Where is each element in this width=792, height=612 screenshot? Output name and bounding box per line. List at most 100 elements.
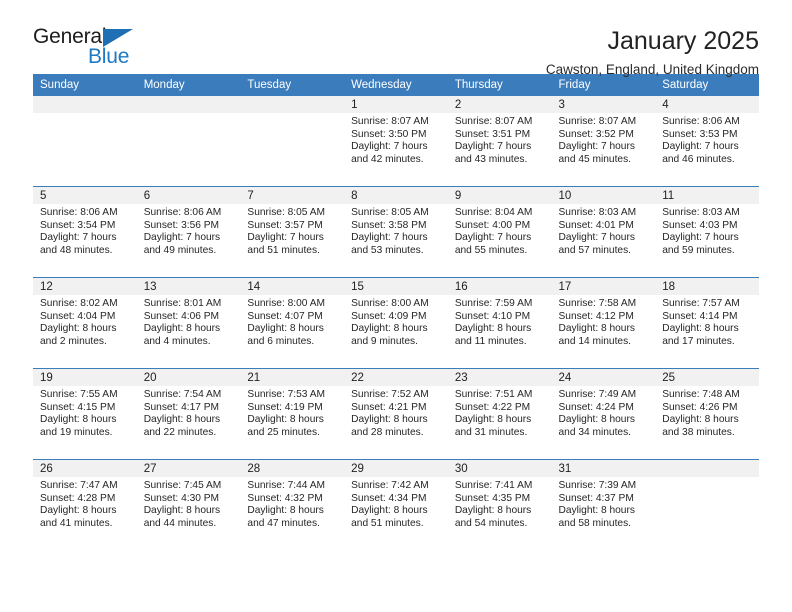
weekday-header-thursday: Thursday [447,74,552,96]
daylight-text-line1: Daylight: 8 hours [558,505,635,517]
daylight-text-line2: and 11 minutes. [454,335,527,347]
day-cell[interactable]: 11 Sunrise: 8:03 AM Sunset: 4:03 PM Dayl… [655,186,759,278]
sunset-text: Sunset: 4:01 PM [558,219,634,231]
day-cell[interactable]: 20 Sunrise: 7:54 AM Sunset: 4:17 PM Dayl… [136,368,241,460]
day-cell[interactable] [33,96,137,187]
daylight-text-line1: Daylight: 8 hours [351,323,428,335]
daylight-text-line2: and 45 minutes. [558,153,632,165]
day-cell[interactable]: 9 Sunrise: 8:04 AM Sunset: 4:00 PM Dayli… [447,186,552,278]
daylight-text-line2: and 51 minutes. [351,517,424,529]
daylight-text-line1: Daylight: 7 hours [351,232,428,244]
day-cell[interactable]: 7 Sunrise: 8:05 AM Sunset: 3:57 PM Dayli… [240,186,345,278]
sunrise-text: Sunrise: 7:49 AM [558,389,637,400]
sunrise-text: Sunrise: 8:07 AM [558,116,637,127]
day-cell[interactable] [136,96,241,187]
day-details: Sunrise: 7:58 AM Sunset: 4:12 PM Dayligh… [552,295,656,348]
day-number: 17 [551,278,656,295]
day-cell[interactable]: 19 Sunrise: 7:55 AM Sunset: 4:15 PM Dayl… [33,368,137,460]
day-cell[interactable] [240,96,345,187]
day-cell[interactable]: 28 Sunrise: 7:44 AM Sunset: 4:32 PM Dayl… [240,459,345,550]
day-number: 30 [447,460,552,477]
day-cell[interactable]: 26 Sunrise: 7:47 AM Sunset: 4:28 PM Dayl… [33,459,137,550]
sunset-text: Sunset: 4:09 PM [351,310,427,322]
daylight-text-line2: and 31 minutes. [454,426,528,438]
day-cell[interactable]: 12 Sunrise: 8:02 AM Sunset: 4:04 PM Dayl… [33,277,137,369]
day-cell[interactable]: 6 Sunrise: 8:06 AM Sunset: 3:56 PM Dayli… [136,186,241,278]
day-cell[interactable]: 21 Sunrise: 7:53 AM Sunset: 4:19 PM Dayl… [240,368,345,460]
sunrise-text: Sunrise: 8:00 AM [247,298,325,309]
sunset-text: Sunset: 4:34 PM [351,492,427,504]
day-cell[interactable] [655,459,759,550]
daylight-text-line2: and 55 minutes. [454,244,528,256]
daylight-text-line2: and 14 minutes. [558,335,632,347]
day-cell[interactable]: 2 Sunrise: 8:07 AM Sunset: 3:51 PM Dayli… [447,96,552,187]
day-cell[interactable]: 3 Sunrise: 8:07 AM Sunset: 3:52 PM Dayli… [551,96,656,187]
daylight-text-line1: Daylight: 8 hours [351,505,428,517]
day-cell[interactable]: 23 Sunrise: 7:51 AM Sunset: 4:22 PM Dayl… [447,368,552,460]
day-number: 23 [447,369,552,386]
sunrise-text: Sunrise: 8:02 AM [40,298,118,309]
day-cell[interactable]: 13 Sunrise: 8:01 AM Sunset: 4:06 PM Dayl… [136,277,241,369]
sunset-text: Sunset: 4:17 PM [143,401,220,413]
day-number: 21 [240,369,345,386]
day-number: 7 [240,187,345,204]
day-details: Sunrise: 8:03 AM Sunset: 4:03 PM Dayligh… [655,204,759,257]
day-cell[interactable]: 31 Sunrise: 7:39 AM Sunset: 4:37 PM Dayl… [551,459,656,550]
day-number: 27 [136,460,241,477]
day-cell[interactable]: 5 Sunrise: 8:06 AM Sunset: 3:54 PM Dayli… [33,186,137,278]
day-cell[interactable]: 24 Sunrise: 7:49 AM Sunset: 4:24 PM Dayl… [551,368,656,460]
day-cell[interactable]: 29 Sunrise: 7:42 AM Sunset: 4:34 PM Dayl… [344,459,448,550]
day-number: 3 [551,96,656,113]
day-cell[interactable]: 4 Sunrise: 8:06 AM Sunset: 3:53 PM Dayli… [655,96,759,187]
day-number: 16 [447,278,552,295]
sunrise-text: Sunrise: 7:41 AM [454,480,533,491]
calendar-page: General Blue January 2025 Cawston, Engla… [0,0,792,612]
weekday-header-monday: Monday [136,74,241,96]
day-cell[interactable]: 16 Sunrise: 7:59 AM Sunset: 4:10 PM Dayl… [447,277,552,369]
day-cell[interactable]: 17 Sunrise: 7:58 AM Sunset: 4:12 PM Dayl… [551,277,656,369]
day-details: Sunrise: 8:06 AM Sunset: 3:56 PM Dayligh… [137,204,241,257]
daylight-text-line1: Daylight: 8 hours [143,323,221,335]
daylight-text-line1: Daylight: 8 hours [143,414,221,426]
daylight-text-line2: and 34 minutes. [558,426,632,438]
day-details: Sunrise: 7:54 AM Sunset: 4:17 PM Dayligh… [137,386,241,439]
day-cell[interactable]: 25 Sunrise: 7:48 AM Sunset: 4:26 PM Dayl… [655,368,759,460]
day-details: Sunrise: 7:42 AM Sunset: 4:34 PM Dayligh… [344,477,448,530]
day-cell[interactable]: 18 Sunrise: 7:57 AM Sunset: 4:14 PM Dayl… [655,277,759,369]
day-cell[interactable]: 15 Sunrise: 8:00 AM Sunset: 4:09 PM Dayl… [344,277,448,369]
day-details: Sunrise: 7:49 AM Sunset: 4:24 PM Dayligh… [552,386,656,439]
day-number: 20 [136,369,241,386]
day-cell[interactable]: 1 Sunrise: 8:07 AM Sunset: 3:50 PM Dayli… [344,96,448,187]
calendar-body: 1 Sunrise: 8:07 AM Sunset: 3:50 PM Dayli… [33,96,759,550]
daylight-text-line2: and 17 minutes. [662,335,735,347]
day-cell[interactable]: 22 Sunrise: 7:52 AM Sunset: 4:21 PM Dayl… [344,368,448,460]
sunrise-text: Sunrise: 7:39 AM [558,480,637,491]
day-cell[interactable]: 30 Sunrise: 7:41 AM Sunset: 4:35 PM Dayl… [447,459,552,550]
day-details [137,113,241,116]
day-number: 14 [240,278,345,295]
day-cell[interactable]: 27 Sunrise: 7:45 AM Sunset: 4:30 PM Dayl… [136,459,241,550]
daylight-text-line1: Daylight: 8 hours [247,323,324,335]
daylight-text-line2: and 41 minutes. [40,517,113,529]
daylight-text-line2: and 58 minutes. [558,517,632,529]
day-details: Sunrise: 7:57 AM Sunset: 4:14 PM Dayligh… [655,295,759,348]
daylight-text-line1: Daylight: 7 hours [662,141,739,153]
sunset-text: Sunset: 3:54 PM [40,219,116,231]
daylight-text-line1: Daylight: 8 hours [558,323,635,335]
general-blue-logo[interactable]: General Blue [33,26,153,72]
day-details [655,477,759,480]
day-number: 26 [33,460,137,477]
calendar-table: Sunday Monday Tuesday Wednesday Thursday… [33,74,759,550]
sunrise-text: Sunrise: 8:00 AM [351,298,429,309]
day-details: Sunrise: 7:55 AM Sunset: 4:15 PM Dayligh… [33,386,137,439]
logo-text-blue: Blue [88,45,130,68]
day-cell[interactable]: 10 Sunrise: 8:03 AM Sunset: 4:01 PM Dayl… [551,186,656,278]
day-cell[interactable]: 8 Sunrise: 8:05 AM Sunset: 3:58 PM Dayli… [344,186,448,278]
daylight-text-line2: and 44 minutes. [143,517,217,529]
sunset-text: Sunset: 3:57 PM [247,219,323,231]
sunrise-text: Sunrise: 7:48 AM [662,389,740,400]
day-cell[interactable]: 14 Sunrise: 8:00 AM Sunset: 4:07 PM Dayl… [240,277,345,369]
sunset-text: Sunset: 4:37 PM [558,492,634,504]
page-subtitle: Cawston, England, United Kingdom [545,62,759,77]
sunrise-text: Sunrise: 7:52 AM [351,389,429,400]
